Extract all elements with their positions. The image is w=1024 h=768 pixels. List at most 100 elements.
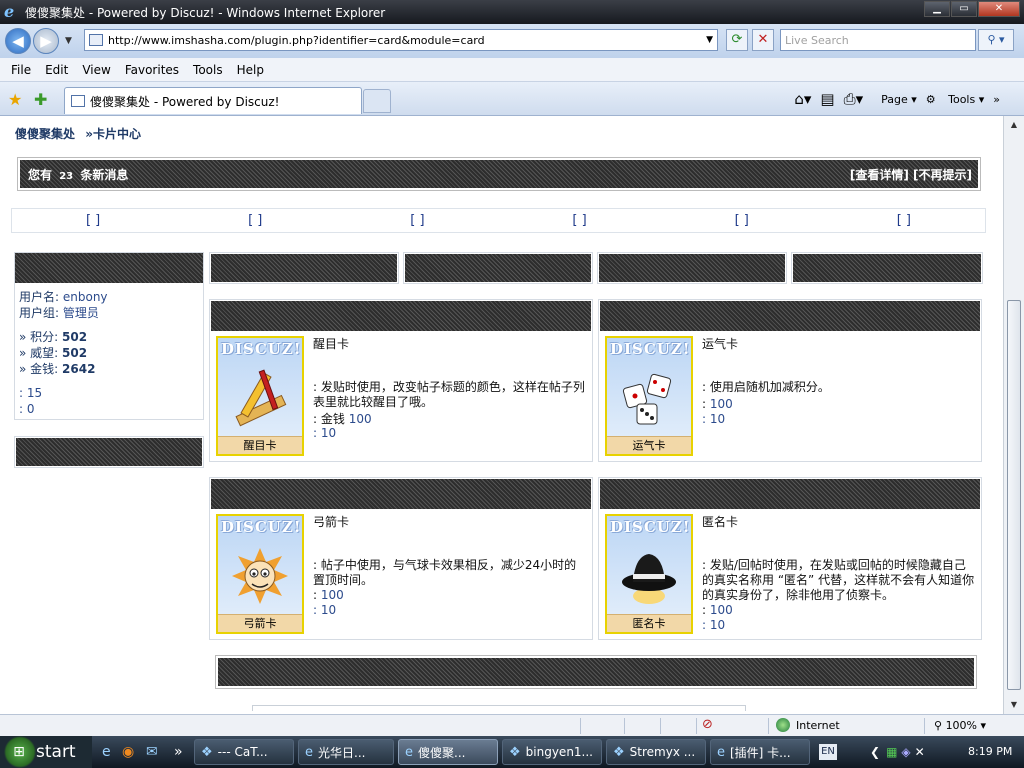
menu-help[interactable]: Help <box>237 63 264 77</box>
stop-button[interactable]: ✕ <box>752 29 774 51</box>
taskbar-button-4[interactable]: ❖ bingyen1... <box>502 739 602 765</box>
maximize-button[interactable]: ▭ <box>951 1 977 17</box>
scroll-down-icon[interactable]: ▼ <box>1007 698 1021 712</box>
zoom-control[interactable]: ⚲ 100% ▾ <box>934 719 986 732</box>
breadcrumb: 傻傻聚集处 »卡片中心 <box>15 125 147 142</box>
user-stat-2: : 0 <box>19 402 35 416</box>
more-commands-icon[interactable]: » <box>993 93 1000 106</box>
card-tab-3[interactable] <box>597 252 787 284</box>
card-tab-header <box>405 254 591 282</box>
page-menu[interactable]: Page ▾ <box>872 93 917 106</box>
taskbar-button-1[interactable]: ❖ --- CaT... <box>194 739 294 765</box>
card-xingmu: DISCUZ! 醒目卡 醒目卡 : 发贴时使用，改变帖子标题的颜色，这样在帖子列… <box>209 299 593 462</box>
minimize-button[interactable]: ▁ <box>924 1 950 17</box>
refresh-button[interactable]: ⟳ <box>726 29 748 51</box>
category-link[interactable]: [ ] <box>410 213 424 228</box>
tab-active[interactable]: 傻傻聚集处 - Powered by Discuz! <box>64 87 362 114</box>
search-input[interactable]: Live Search <box>780 29 976 51</box>
tray-expand-icon[interactable]: ❮ <box>870 745 880 759</box>
card-count: : 10 <box>313 426 337 440</box>
menu-favorites[interactable]: Favorites <box>125 63 179 77</box>
message-count[interactable]: 23 <box>59 171 73 182</box>
taskbar-label: bingyen1... <box>525 745 593 759</box>
card-tab-2[interactable] <box>403 252 593 284</box>
quicklaunch-ie-icon[interactable]: e <box>102 744 111 760</box>
taskbar-button-5[interactable]: ❖ Stremyx ... <box>606 739 706 765</box>
card-count: : 10 <box>702 412 726 426</box>
category-link[interactable]: [ ] <box>572 213 586 228</box>
quicklaunch-mail-icon[interactable]: ✉ <box>146 744 158 760</box>
forward-button[interactable]: ▶ <box>33 28 59 54</box>
tray-app-icon[interactable]: ✕ <box>915 745 925 759</box>
card-price-value: 100 <box>348 412 372 426</box>
category-link[interactable]: [ ] <box>86 213 100 228</box>
card-image[interactable]: DISCUZ! 运气卡 <box>605 336 693 456</box>
menu-edit[interactable]: Edit <box>45 63 68 77</box>
clock[interactable]: 8:19 PM <box>968 745 1012 758</box>
tools-menu-label: Tools <box>948 92 976 106</box>
feeds-icon[interactable]: ▤ <box>820 90 834 108</box>
scrollbar-thumb[interactable] <box>1007 300 1021 690</box>
favorites-star-icon[interactable]: ★ <box>8 90 22 109</box>
category-link[interactable]: [ ] <box>735 213 749 228</box>
network-icon[interactable]: ▦ <box>886 745 897 759</box>
card-price-prefix: : 金钱 <box>313 412 345 426</box>
card-image-label: 运气卡 <box>607 436 691 454</box>
taskbar-button-2[interactable]: e 光华日... <box>298 739 394 765</box>
ie-icon: e <box>717 744 725 760</box>
status-divider <box>660 718 661 734</box>
taskbar-label: Stremyx ... <box>629 745 696 759</box>
usergroup-label: 用户组: <box>19 306 60 320</box>
card-image[interactable]: DISCUZ! 弓箭卡 <box>216 514 304 634</box>
tools-menu[interactable]: ⚙ Tools ▾ <box>926 93 985 106</box>
scroll-up-icon[interactable]: ▲ <box>1007 118 1021 132</box>
security-zone[interactable]: Internet <box>776 718 840 732</box>
card-price-prefix: : <box>313 588 318 602</box>
taskbar-button-3[interactable]: e 傻傻聚... <box>398 739 498 765</box>
card-header <box>600 301 980 331</box>
menu-file[interactable]: File <box>11 63 31 77</box>
money-label: » 金钱: <box>19 362 59 376</box>
breadcrumb-site-link[interactable]: 傻傻聚集处 <box>15 127 75 141</box>
quicklaunch-more-icon[interactable]: » <box>174 744 183 760</box>
card-name: 弓箭卡 <box>313 515 350 529</box>
protected-mode-icon[interactable]: ⊘ <box>702 717 713 732</box>
taskbar-button-6[interactable]: e [插件] 卡... <box>710 739 810 765</box>
history-dropdown-icon[interactable]: ▼ <box>65 36 72 46</box>
menu-view[interactable]: View <box>82 63 110 77</box>
card-tab-1[interactable] <box>209 252 399 284</box>
card-tab-4[interactable] <box>791 252 983 284</box>
username-value[interactable]: enbony <box>63 290 108 304</box>
menu-tools[interactable]: Tools <box>193 63 223 77</box>
status-divider <box>696 718 697 734</box>
tab-page-icon <box>71 95 85 107</box>
search-button[interactable]: ⚲ ▾ <box>978 29 1014 51</box>
vertical-scrollbar[interactable]: ▲ ▼ <box>1003 116 1024 714</box>
category-link[interactable]: [ ] <box>897 213 911 228</box>
url-dropdown-icon[interactable]: ▼ <box>706 35 713 45</box>
start-button[interactable]: ⊞ start <box>0 736 92 768</box>
url-input[interactable]: http://www.imshasha.com/plugin.php?ident… <box>84 29 718 51</box>
ie-logo-icon: e <box>4 2 15 21</box>
close-window-button[interactable]: ✕ <box>978 1 1020 17</box>
card-image[interactable]: DISCUZ! 醒目卡 <box>216 336 304 456</box>
new-tab-button[interactable] <box>363 89 391 113</box>
dice-icon <box>622 373 672 425</box>
message-suffix: 条新消息 <box>80 167 129 182</box>
quicklaunch-firefox-icon[interactable]: ◉ <box>122 744 134 760</box>
back-button[interactable]: ◀ <box>5 28 31 54</box>
print-icon[interactable]: ⎙▾ <box>844 90 864 108</box>
taskbar-label: [插件] 卡... <box>730 745 791 760</box>
category-link[interactable]: [ ] <box>248 213 262 228</box>
add-favorite-icon[interactable]: ✚ <box>34 90 47 109</box>
menu-bar: File Edit View Favorites Tools Help <box>0 58 1024 82</box>
volume-icon[interactable]: ◈ <box>901 745 910 759</box>
card-image[interactable]: DISCUZ! 匿名卡 <box>605 514 693 634</box>
sidebar-secondary-header <box>16 438 202 466</box>
dismiss-messages-link[interactable]: [不再提示] <box>913 168 972 182</box>
home-icon[interactable]: ⌂▾ <box>794 90 811 108</box>
taskbar-label: 傻傻聚... <box>418 745 466 760</box>
usergroup-value: 管理员 <box>62 306 99 320</box>
view-messages-link[interactable]: [查看详情] <box>850 168 909 182</box>
language-indicator[interactable]: EN <box>819 744 837 760</box>
